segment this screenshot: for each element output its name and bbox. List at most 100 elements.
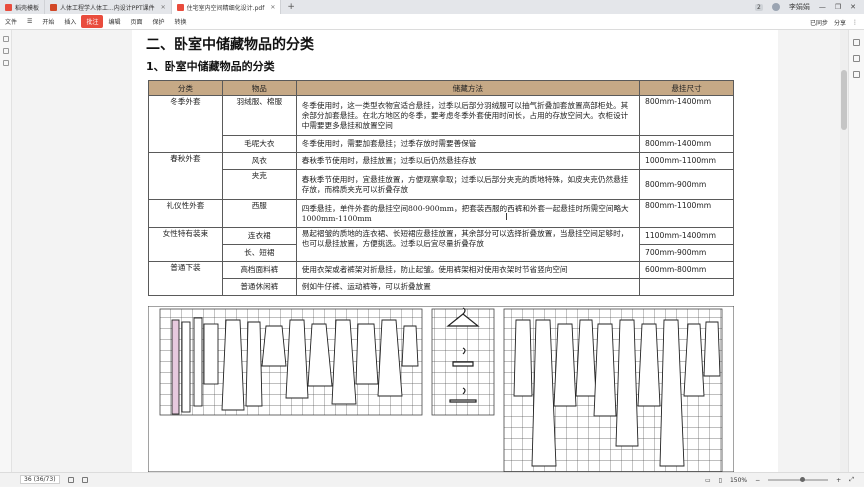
table-row: 冬季外套 羽绒服、棉服 冬季使用时，这一类型衣物宜适合悬挂，过季以后部分羽绒服可… [148,95,734,153]
scroll-thumb[interactable] [841,70,847,130]
sync-status[interactable]: 已同步 [810,18,828,27]
menu-insert[interactable]: 插入 [59,15,81,28]
single-page-icon[interactable]: ▭ [705,477,711,484]
share-icon[interactable] [853,71,860,78]
table-header: 分类 物品 储藏方法 悬挂尺寸 [148,80,734,96]
view-controls [67,476,88,483]
tab-ppt[interactable]: 人体工程学人体工...内设计PPT课件 ✕ [45,0,172,14]
header-cell: 物品 [221,80,297,96]
menu-comment[interactable]: 批注 [81,15,104,28]
header-cell: 分类 [148,80,223,96]
item-cell: 普通休闲裤 [221,278,297,296]
menu-bar: 文件 ☰ 开始 插入 批注 编辑 页面 保护 转换 已同步 分享 ⋮ [0,14,864,30]
category-cell: 冬季外套 [148,95,223,153]
settings-icon[interactable] [853,55,860,62]
maximize-icon[interactable]: ❐ [835,3,841,11]
method-cell: 使用衣架或者裤架对折悬挂，防止起皱。使用裤架相对使用衣架时节省竖向空间 [295,261,641,279]
tab-daoke[interactable]: 稻壳模板 [0,0,46,14]
avatar[interactable] [771,3,780,11]
item-cell: 西服 [221,199,297,228]
close-icon[interactable]: ✕ [161,4,166,11]
menu-file[interactable]: 文件 [0,15,22,28]
status-bar: 36 (36/73) ▭ ▯ 150% − + ⤢ [0,472,864,486]
window-controls: 2 李娟娟 — ❐ ✕ [755,0,864,14]
table-row: 春秋外套 风衣 春秋季节使用时，悬挂放置；过季以后仍然悬挂存放 1000mm-1… [148,152,734,200]
size-cell: 800mm-1100mm [639,199,734,228]
size-cell: 600mm-800mm [639,261,734,279]
fullscreen-icon[interactable]: ⤢ [849,476,854,484]
table-row: 普通休闲裤 例如牛仔裤、运动裤等，可以折叠放置 [149,278,734,296]
size-cell [639,278,734,296]
tab-label: 稻壳模板 [15,4,40,12]
more-icon[interactable]: ⋮ [852,19,858,26]
fit-width-icon[interactable]: ▯ [719,477,722,484]
new-tab-button[interactable]: + [281,0,301,14]
item-cell: 高档面料裤 [221,261,297,279]
method-cell: 四季悬挂，单件外套的悬挂空间800-900mm，把套装西服的西裤和外套一起悬挂时… [295,199,641,228]
bookmark-icon[interactable] [2,48,9,54]
method-cell: 春秋季节使用时，宜悬挂放置，方便观察拿取；过季以后部分夹克的质地特殊，如皮夹克仍… [295,169,641,200]
notification-badge[interactable]: 2 [755,3,763,11]
page-title: 二、卧室中储藏物品的分类 [146,37,314,53]
table-row: 普通下装 高档面料裤 使用衣架或者裤架对折悬挂，防止起皱。使用裤架相对使用衣架时… [148,261,734,296]
zoom-in-icon[interactable]: + [836,477,841,484]
item-cell: 连衣裙 [221,227,297,245]
text-cursor-icon: Ⅰ [505,212,508,223]
page-total: (36/73) [33,476,56,483]
table-row: 毛呢大衣 冬季使用时，需要加套悬挂；过季存放时需要善保管 800mm-1400m… [149,135,734,153]
item-cell: 毛呢大衣 [221,135,297,153]
item-cell: 羽绒服、棉服 [221,95,297,136]
current-page: 36 [24,476,32,483]
table-row: 夹克 春秋季节使用时，宜悬挂放置，方便观察拿取；过季以后部分夹克的质地特殊，如皮… [149,169,734,200]
user-name[interactable]: 李娟娟 [789,2,810,12]
zoom-level[interactable]: 150% [730,477,747,484]
method-cell: 冬季使用时，需要加套悬挂；过季存放时需要善保管 [295,135,641,153]
close-icon[interactable]: ✕ [270,4,275,11]
category-cell: 礼仪性外套 [148,199,223,228]
left-sidebar [0,30,12,472]
menu-toggle-icon[interactable]: ☰ [22,16,37,27]
item-cell: 长、短裙 [221,244,297,262]
size-cell: 800mm-1400mm [639,95,734,136]
thumbnail-icon[interactable] [2,36,9,42]
table-row: 女性特有装束 连衣裙 易起褶皱的质地的连衣裙、长短裙应悬挂放置，其余部分可以选择… [148,227,734,262]
header-cell: 悬挂尺寸 [639,80,734,96]
minimize-icon[interactable]: — [819,3,826,11]
close-window-icon[interactable]: ✕ [850,3,856,11]
menu-protect[interactable]: 保护 [147,15,169,28]
comment-icon[interactable] [2,60,9,66]
vertical-scrollbar[interactable] [840,30,848,472]
right-sidebar [848,30,864,472]
category-cell: 普通下装 [148,261,223,296]
zoom-slider[interactable] [768,477,829,482]
select-icon[interactable] [853,39,860,46]
size-cell: 700mm-900mm [639,244,734,262]
menu-page[interactable]: 页面 [125,15,147,28]
method-cell: 冬季使用时，这一类型衣物宜适合悬挂，过季以后部分羽绒服可以抽气折叠加套放置高部柜… [295,95,641,136]
next-page-icon[interactable] [81,476,88,483]
tab-label: 住宅室内空间精细化设计.pdf [186,4,265,12]
header-cell: 储藏方法 [295,80,641,96]
size-cell: 1000mm-1100mm [639,152,734,170]
page-number-input[interactable]: 36 (36/73) [20,475,60,484]
tab-pdf[interactable]: 住宅室内空间精细化设计.pdf ✕ [171,0,282,14]
daoke-icon [5,3,12,11]
prev-page-icon[interactable] [67,476,74,483]
table-row: 礼仪性外套 西服 四季悬挂，单件外套的悬挂空间800-900mm，把套装西服的西… [148,199,734,228]
menu-edit[interactable]: 编辑 [103,15,125,28]
document-page: 二、卧室中储藏物品的分类 1、卧室中储藏物品的分类 分类 物品 储藏方法 悬挂尺… [132,30,778,472]
tab-bar: 稻壳模板 人体工程学人体工...内设计PPT课件 ✕ 住宅室内空间精细化设计.pd… [0,0,864,14]
section-title: 1、卧室中储藏物品的分类 [146,60,275,73]
size-cell: 800mm-900mm [639,169,734,200]
ppt-icon [50,3,58,11]
item-cell: 风衣 [221,152,297,170]
menu-start[interactable]: 开始 [37,15,59,28]
menu-convert[interactable]: 转换 [170,15,192,28]
share-button[interactable]: 分享 [834,18,846,27]
toolbar-right: 已同步 分享 ⋮ [810,14,858,30]
method-cell: 春秋季节使用时，悬挂放置；过季以后仍然悬挂存放 [295,152,641,170]
method-cell: 例如牛仔裤、运动裤等，可以折叠放置 [295,278,641,296]
zoom-out-icon[interactable]: − [755,477,760,484]
zoom-controls: ▭ ▯ 150% − + ⤢ [705,473,854,487]
pdf-icon [176,3,184,11]
